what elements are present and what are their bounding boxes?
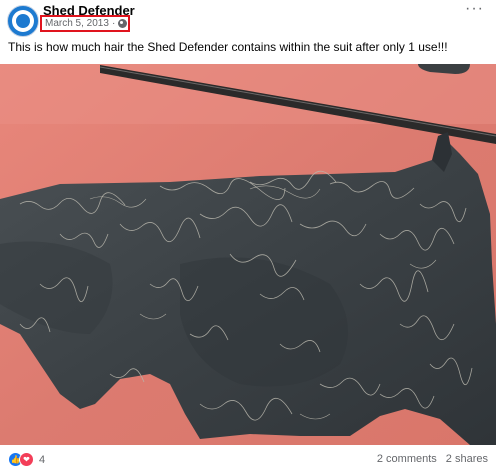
post-photo[interactable] xyxy=(0,64,496,445)
reaction-count: 4 xyxy=(39,453,46,466)
shed-defender-logo-icon xyxy=(16,14,30,28)
page-avatar[interactable] xyxy=(7,5,39,37)
shares-count-link[interactable]: 2 shares xyxy=(446,453,488,465)
reactions-summary[interactable]: 👍 ❤ 4 xyxy=(8,452,45,467)
meta-separator: · xyxy=(111,18,116,29)
more-options-button[interactable]: ··· xyxy=(465,1,484,17)
love-icon: ❤ xyxy=(19,452,34,467)
post-meta-highlighted: March 5, 2013 · xyxy=(40,15,130,32)
avatar-ring xyxy=(12,10,34,32)
facebook-post: Shed Defender March 5, 2013 · ··· This i… xyxy=(0,0,496,471)
post-stats: 2 comments 2 shares xyxy=(377,453,488,465)
photo-illustration xyxy=(0,64,496,445)
globe-icon xyxy=(118,19,128,28)
post-date-link[interactable]: March 5, 2013 xyxy=(45,18,109,29)
comments-count-link[interactable]: 2 comments xyxy=(377,453,437,465)
post-caption: This is how much hair the Shed Defender … xyxy=(8,40,448,54)
